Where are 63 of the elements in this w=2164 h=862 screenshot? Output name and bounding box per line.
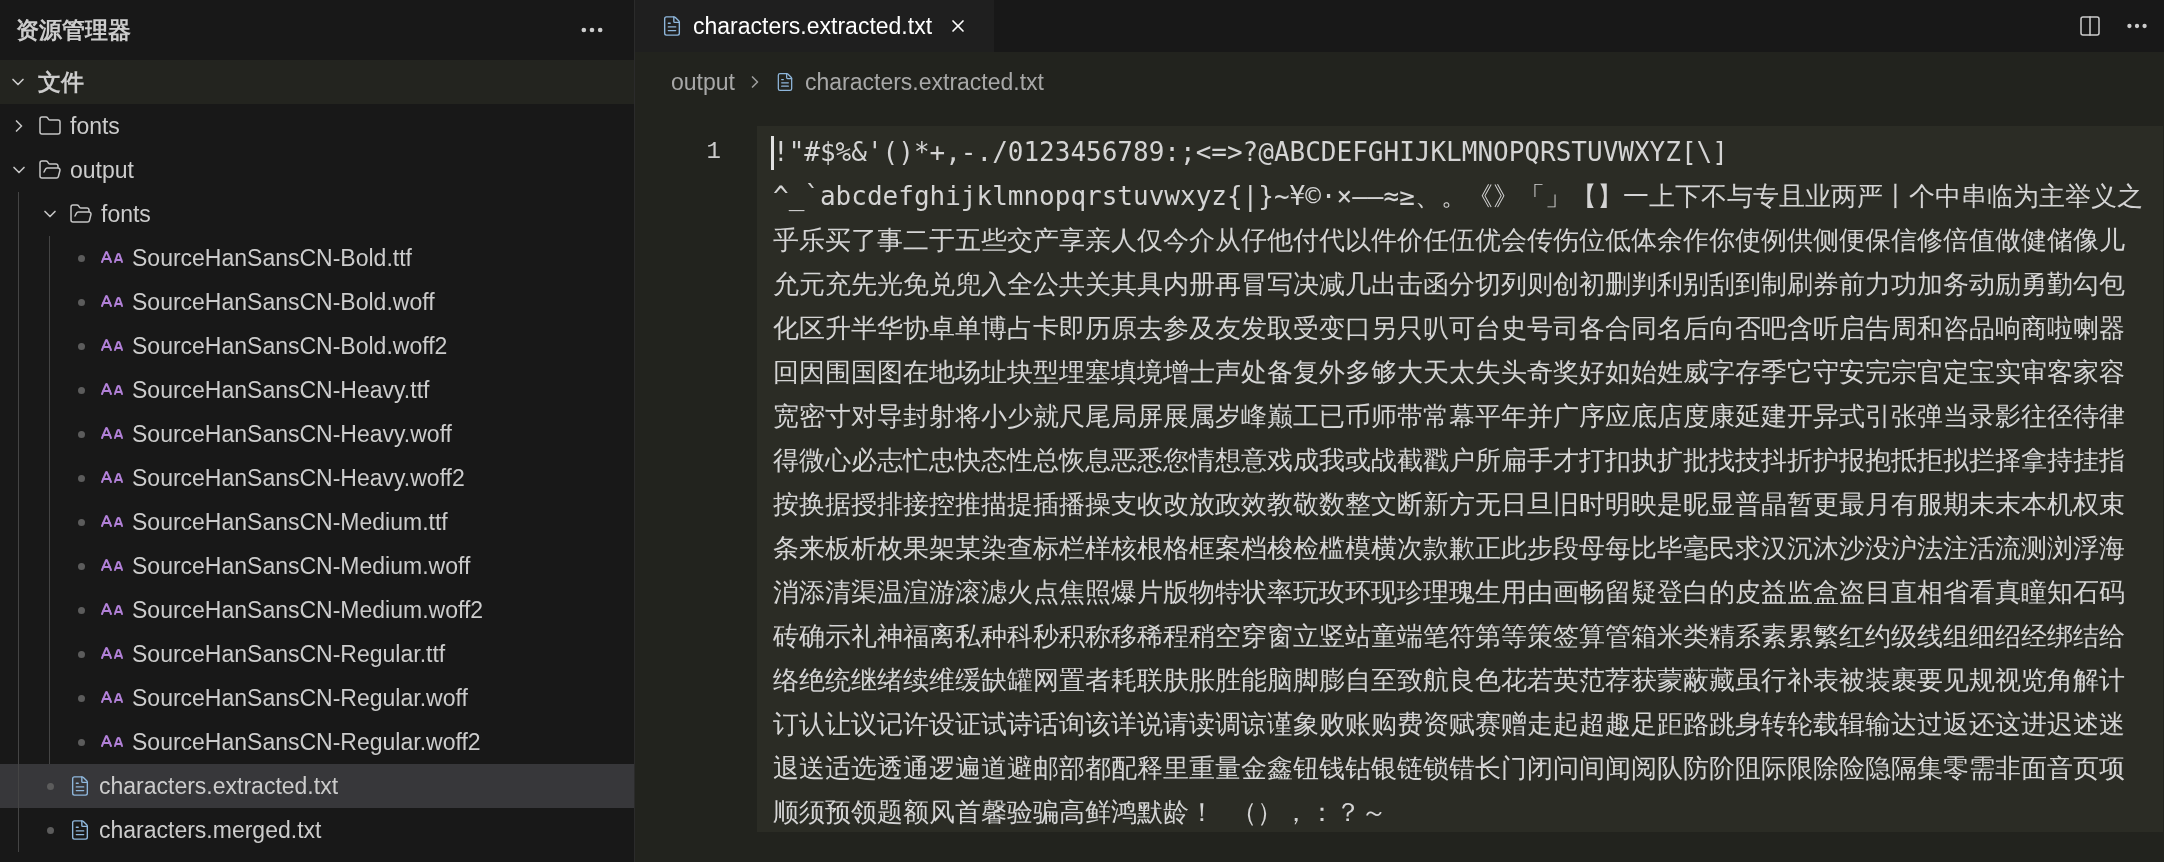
text-line: 宽密寸对导封射将小少就尺尾局屏展属岁峰巅工已币师带常幕平年并广序应底店度康延建开异式引张弹当录影往径待律 — [773, 400, 2126, 433]
text-line: 消添清渠温渲游滚滤火点焦照爆片版物特状率玩玫环现珍理瑰生用由画畅留疑登白的皮益监盒盗目直相省看真瞳知石码 — [773, 576, 2126, 609]
file-name: fonts — [70, 111, 120, 141]
text-line: 允元充先光免兑兜入全公共关其具内册再冒写决减几出击函分切列则创初删判利别刮到制刷券前力功加务动励勇勤勾包 — [773, 268, 2126, 301]
tree-item[interactable]: SourceHanSansCN-Regular.woff2 — [0, 720, 634, 764]
line-number: 1 — [706, 137, 721, 167]
text-line: 退送适选透通逻遍道避邮部都配释里重量金鑫钮钱钻银链锁错长门闭问间闻阅队防阶阻际限除险隐隔集零需非面音页项 — [773, 752, 2126, 785]
text-line: 顺须预领题额风首馨验骗高鲜鸿默龄！ （），：？～ — [773, 796, 1388, 829]
tree-item[interactable]: output — [0, 148, 634, 192]
file-name: SourceHanSansCN-Medium.woff — [132, 551, 471, 581]
text-line: 按换据授排接控推描提插播操支收改放政效教敬数整文断新方无日旦旧时明映是昵显普晶暂更最月有服期未末本机权束 — [773, 488, 2126, 521]
text-line: 化区升半华协卓单博占卡即历原去参及友发取受变口另只叭可台史号司各合同名后向否吧含听启告周和咨品响商啦喇器 — [773, 312, 2126, 345]
file-name: SourceHanSansCN-Regular.ttf — [132, 639, 446, 669]
tree-item[interactable]: SourceHanSansCN-Bold.woff — [0, 280, 634, 324]
editor-tab[interactable]: characters.extracted.txt — [635, 0, 995, 52]
tree-item[interactable]: SourceHanSansCN-Regular.ttf — [0, 632, 634, 676]
file-name: SourceHanSansCN-Medium.ttf — [132, 507, 448, 537]
file-name: characters.merged.txt — [99, 815, 322, 845]
tree-item[interactable]: SourceHanSansCN-Bold.ttf — [0, 236, 634, 280]
text-file-icon — [661, 15, 683, 37]
text-line: ^_`abcdefghijklmnopqrstuvwxyz{|}~¥©·×–—≈≥、。《》「」【】一上下不与专且业两严丨个中串临为主举义之 — [773, 180, 2144, 214]
text-line: 砖确示礼神福离私种科秒积称移稀程稍空穿窗立竖站童端笔符第等策签算管箱米类精系素累繁红约级线组细绍经绑结给 — [773, 620, 2126, 653]
text-line: 得微心必志忙忠快态性总恢息恶悉您情想意戏成我或战截戳户所扁手才打扣执扩批找技抖折护报抱抵拒拟拦择拿持挂指 — [773, 444, 2126, 477]
tree-item[interactable]: fonts — [0, 104, 634, 148]
file-name: SourceHanSansCN-Bold.woff2 — [132, 331, 448, 361]
tree-item[interactable]: characters.extracted.txt — [0, 764, 634, 808]
tree-item[interactable]: SourceHanSansCN-Heavy.woff — [0, 412, 634, 456]
file-name: SourceHanSansCN-Regular.woff — [132, 683, 468, 713]
section-label: 文件 — [38, 67, 84, 97]
text-line: 订认让议记许设证试诗话询该详说请读调谅谨象败账购费资赋赛赠走起超趣足距路跳身转轮载辑输达过返还这进迟述迷 — [773, 708, 2126, 741]
text-file-icon — [69, 819, 91, 841]
sidebar-title: 资源管理器 — [16, 15, 131, 45]
tree-item[interactable]: SourceHanSansCN-Regular.woff — [0, 676, 634, 720]
tree-item[interactable]: SourceHanSansCN-Medium.ttf — [0, 500, 634, 544]
split-editor-icon[interactable] — [2078, 14, 2102, 38]
text-line: 条来板析枚果架某染查标栏样核根格框案档梭检槛模横次款歉正此步段母每比毕毫民求汉沉沐沙没沪法注活流测浏浮海 — [773, 532, 2126, 565]
file-name: SourceHanSansCN-Medium.woff2 — [132, 595, 484, 625]
file-name: SourceHanSansCN-Heavy.woff — [132, 419, 452, 449]
file-name: SourceHanSansCN-Bold.woff — [132, 287, 435, 317]
text-file-icon — [69, 775, 91, 797]
tree-item[interactable]: fonts — [0, 192, 634, 236]
tree-item[interactable]: SourceHanSansCN-Heavy.ttf — [0, 368, 634, 412]
tree-item[interactable]: characters.merged.txt — [0, 808, 634, 852]
breadcrumb-item[interactable]: characters.extracted.txt — [804, 64, 1044, 100]
file-name: SourceHanSansCN-Regular.woff2 — [132, 727, 481, 757]
tree-item[interactable]: SourceHanSansCN-Heavy.woff2 — [0, 456, 634, 500]
file-name: output — [70, 155, 134, 185]
file-name: SourceHanSansCN-Bold.ttf — [132, 243, 412, 273]
text-cursor — [771, 136, 774, 170]
file-name: fonts — [101, 199, 151, 229]
tab-label: characters.extracted.txt — [693, 11, 933, 41]
text-line: 乎乐买了事二于五些交产享亲人仅今介从仔他付代以件价任伍优会传伤位低体余作你使例供侧便保信修倍值做健储像儿 — [773, 224, 2126, 257]
tree-item[interactable]: SourceHanSansCN-Bold.woff2 — [0, 324, 634, 368]
breadcrumb-item[interactable]: output — [671, 64, 735, 100]
text-line: 回因围国图在地场址块型埋塞填境增士声处备复外多够大天太失头奇奖好如始姓威字存季它守安完宗官定宝实审客家容 — [773, 356, 2126, 389]
file-name: SourceHanSansCN-Heavy.woff2 — [132, 463, 465, 493]
tree-item[interactable]: SourceHanSansCN-Medium.woff2 — [0, 588, 634, 632]
tree-item[interactable]: SourceHanSansCN-Medium.woff — [0, 544, 634, 588]
text-line: !"#$%&'()*+,-./0123456789:;<=>?@ABCDEFGHIJKLMNOPQRSTUVWXYZ[\] — [773, 136, 1729, 169]
file-name: SourceHanSansCN-Heavy.ttf — [132, 375, 430, 405]
file-name: characters.extracted.txt — [99, 771, 339, 801]
section-header[interactable]: 文件 — [0, 60, 634, 104]
text-line: 络绝统继绪续维缓缺罐网置者耗联肤胀胜能脑脚膨自至致航良色花若英范荐获蒙蔽藏虽行补表被装裹要见规视览角解计 — [773, 664, 2126, 697]
